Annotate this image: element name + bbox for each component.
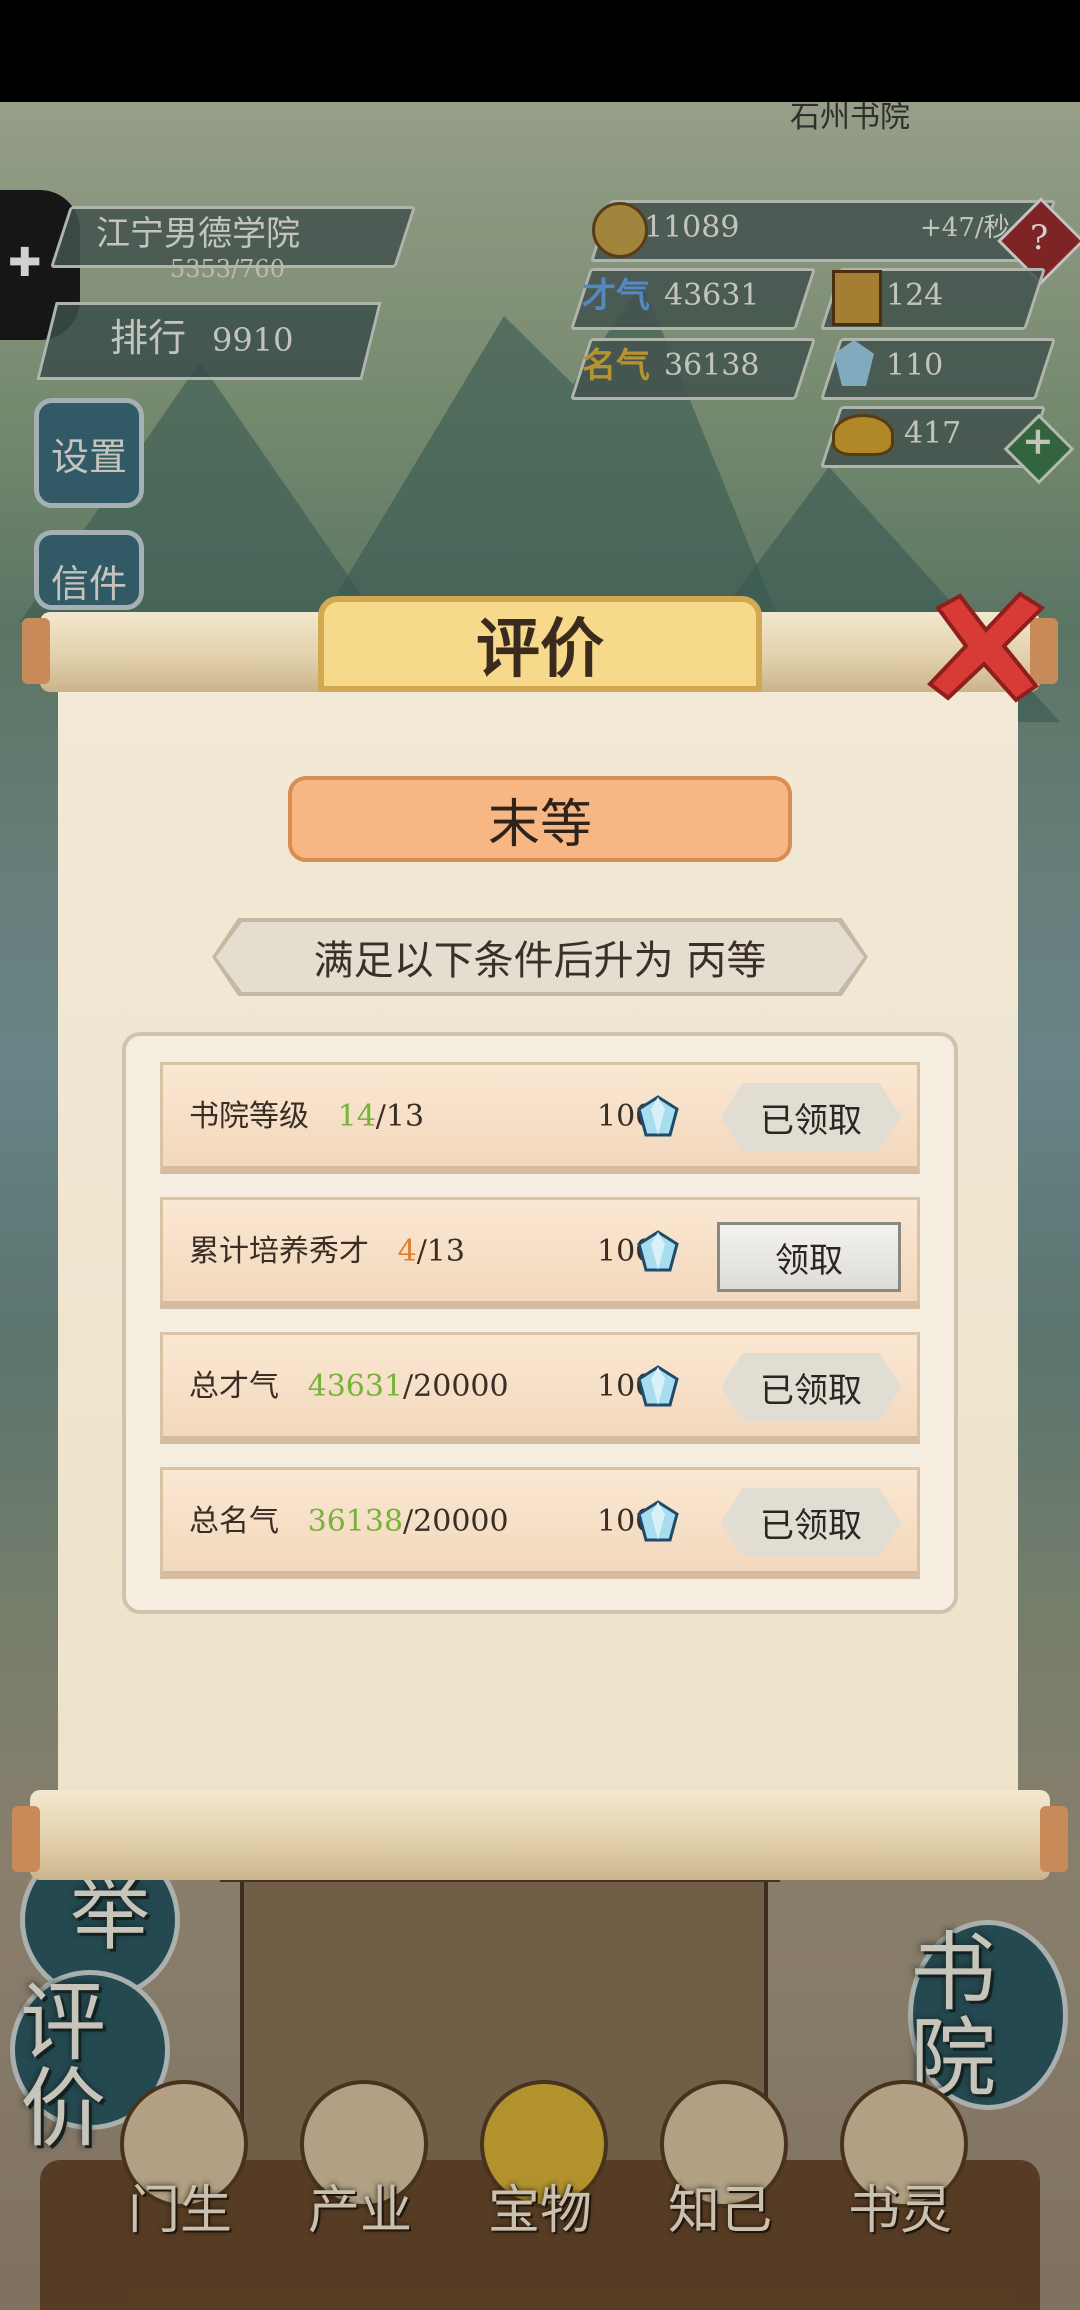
close-icon[interactable] [920,586,1050,706]
condition-text: 满足以下条件后升为 丙等 [313,938,767,984]
gem-icon [637,1500,679,1542]
claimed-button[interactable]: 已领取 [721,1353,901,1421]
claimed-button[interactable]: 已领取 [721,1488,901,1556]
task-label: 总名气 [189,1504,279,1539]
scroll-bottom-rod [30,1790,1050,1880]
task-row: 累计培养秀才 4/13 100 领取 [160,1197,920,1309]
gem-icon [637,1365,679,1407]
task-target: /13 [375,1099,425,1134]
task-label-line: 总才气 43631/20000 [189,1335,509,1439]
scroll-bottom-cap-right [1040,1806,1068,1872]
gem-icon [637,1230,679,1272]
condition-banner: 满足以下条件后升为 丙等 [216,922,864,992]
task-progress: 43631 [307,1369,404,1404]
gem-icon [637,1095,679,1137]
status-bar [0,0,1080,102]
current-grade-text: 末等 [487,794,592,855]
task-target: /20000 [403,1369,509,1404]
task-label: 书院等级 [189,1099,309,1134]
modal-title: 评价 [318,596,762,692]
claim-button[interactable]: 领取 [717,1222,901,1292]
modal-title-text: 评价 [476,612,604,687]
task-row: 书院等级 14/13 100 已领取 [160,1062,920,1174]
task-row: 总名气 36138/20000 100 已领取 [160,1467,920,1579]
scroll-top-cap-left [22,618,50,684]
task-target: /13 [416,1234,465,1269]
task-label-line: 书院等级 14/13 [189,1065,424,1169]
task-label-line: 总名气 36138/20000 [189,1470,509,1574]
task-target: /20000 [403,1504,509,1539]
task-progress: 36138 [307,1504,404,1539]
task-label-line: 累计培养秀才 4/13 [189,1200,465,1304]
task-progress: 14 [337,1099,376,1134]
task-label: 总才气 [189,1369,279,1404]
task-row: 总才气 43631/20000 100 已领取 [160,1332,920,1444]
current-grade-banner: 末等 [288,776,792,862]
claimed-button[interactable]: 已领取 [721,1083,901,1151]
scroll-bottom-cap-left [12,1806,40,1872]
task-progress: 4 [397,1234,417,1269]
task-label: 累计培养秀才 [189,1234,369,1269]
